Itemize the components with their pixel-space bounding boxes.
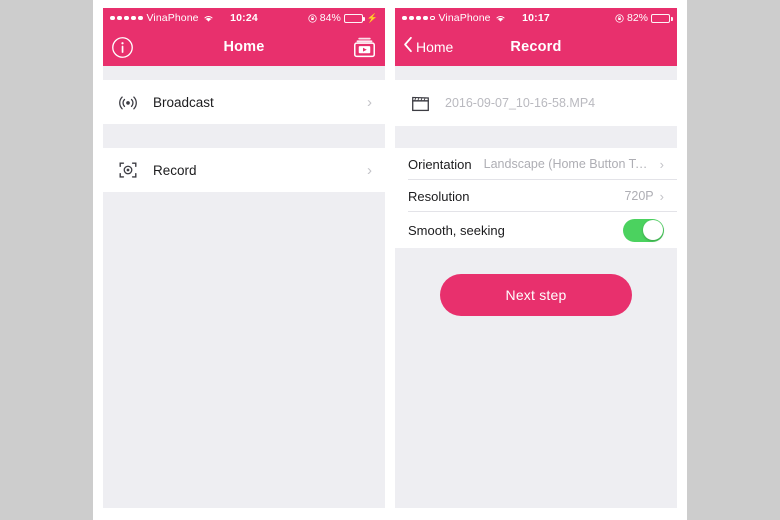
back-button-label: Home [416,39,454,55]
record-focus-icon [116,158,140,182]
setting-label: Smooth, seeking [408,222,505,238]
chevron-right-icon: › [367,93,372,111]
list-item-label: Record [153,162,197,178]
page-title: Home [223,39,265,55]
setting-row-resolution[interactable]: Resolution 720P › [395,180,677,212]
status-bar-right: VinaPhone 10:17 82% [395,8,677,28]
video-library-icon[interactable] [352,36,377,59]
clapperboard-icon [408,91,432,115]
list-item-record[interactable]: Record › [103,148,385,192]
nav-bar-home: Home [103,28,385,66]
section-gap-top [103,66,385,80]
selected-file-row[interactable]: 2016-09-07_10-16-58.MP4 [395,80,677,126]
status-bar-left: VinaPhone 10:24 84% ⚡ [103,8,385,28]
nav-bar-record: Home Record [395,28,677,66]
battery-icon [343,13,366,23]
section-gap-middle [103,124,385,148]
home-content: Broadcast › Record › [103,66,385,508]
phone-screen-record: VinaPhone 10:17 82% Home Record 2016-09-… [395,8,677,508]
battery-percent-label: 82% [626,12,648,24]
setting-value: Landscape (Home Button To Rig…) [483,157,654,171]
action-area: Next step [395,248,677,508]
rotation-lock-icon [615,13,624,23]
battery-percent-label: 84% [319,12,341,24]
lightning-bolt-icon: ⚡ [366,12,378,23]
screenshot-canvas: VinaPhone 10:24 84% ⚡ Home Broadcast › R… [0,0,780,520]
setting-row-smooth-seeking[interactable]: Smooth, seeking [395,212,677,248]
status-bar-right-group: 82% [615,12,673,24]
back-button[interactable]: Home [403,36,453,58]
setting-value: 720P [624,189,654,203]
section-gap-top [395,66,677,80]
phone-screen-home: VinaPhone 10:24 84% ⚡ Home Broadcast › R… [103,8,385,508]
list-item-broadcast[interactable]: Broadcast › [103,80,385,124]
rotation-lock-icon [308,13,317,23]
record-content: 2016-09-07_10-16-58.MP4 Orientation Land… [395,66,677,508]
empty-area [103,192,385,508]
setting-label: Orientation [408,156,472,172]
info-circle-icon[interactable] [111,36,134,59]
toggle-knob [642,220,663,240]
status-bar-right-group: 84% ⚡ [308,12,378,24]
section-gap-middle [395,126,677,148]
chevron-left-icon [403,36,413,58]
broadcast-icon [116,90,140,114]
next-step-button[interactable]: Next step [440,274,632,316]
chevron-right-icon: › [367,161,372,179]
chevron-right-icon: › [659,156,664,172]
smooth-seeking-toggle[interactable] [623,218,664,242]
setting-row-orientation[interactable]: Orientation Landscape (Home Button To Ri… [395,148,677,180]
battery-icon [651,13,673,23]
list-item-label: Broadcast [153,94,214,110]
chevron-right-icon: › [659,188,664,204]
setting-label: Resolution [408,188,470,204]
file-name-label: 2016-09-07_10-16-58.MP4 [445,96,596,110]
